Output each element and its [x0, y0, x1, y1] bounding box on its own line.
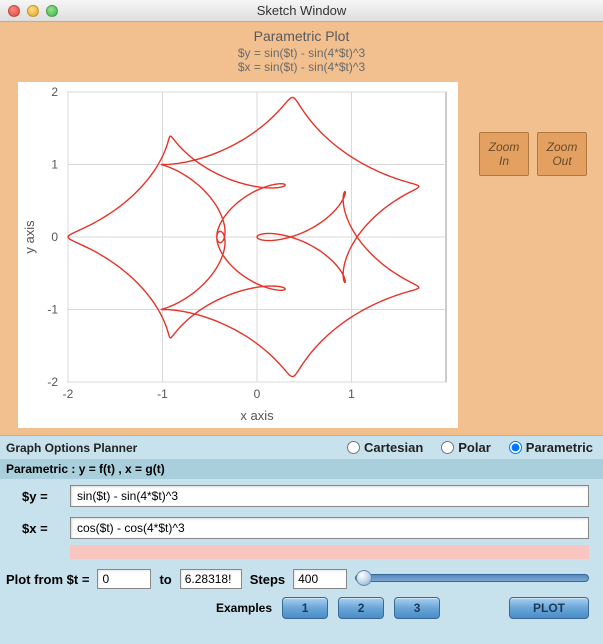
zoom-out-label: Zoom Out — [547, 140, 578, 169]
y-input-row: $y = — [0, 479, 603, 511]
svg-text:y axis: y axis — [22, 220, 37, 254]
x-input[interactable] — [70, 517, 589, 539]
titlebar: Sketch Window — [0, 0, 603, 22]
svg-text:x axis: x axis — [240, 408, 274, 423]
plot-area: Parametric Plot $y = sin($t) - sin(4*$t)… — [0, 22, 603, 435]
svg-text:0: 0 — [51, 230, 58, 244]
plot-eq-x: $x = sin($t) - sin(4*$t)^3 — [0, 60, 603, 74]
svg-text:-1: -1 — [47, 303, 58, 317]
x-input-row: $x = — [0, 511, 603, 543]
mode-cartesian[interactable]: Cartesian — [347, 440, 423, 455]
plot-from-label: Plot from $t = — [6, 572, 89, 587]
examples-label: Examples — [216, 601, 272, 615]
label-parametric: Parametric — [526, 440, 593, 455]
t-to-input[interactable] — [180, 569, 242, 589]
svg-text:1: 1 — [348, 387, 355, 401]
y-input[interactable] — [70, 485, 589, 507]
radio-parametric[interactable] — [509, 441, 522, 454]
to-label: to — [159, 572, 171, 587]
plot-title: Parametric Plot — [0, 28, 603, 44]
svg-text:-2: -2 — [47, 375, 58, 389]
mode-parametric[interactable]: Parametric — [509, 440, 593, 455]
x-label: $x = — [22, 521, 62, 536]
steps-slider[interactable] — [355, 570, 589, 588]
t-from-input[interactable] — [97, 569, 151, 589]
y-label: $y = — [22, 489, 62, 504]
zoom-buttons: Zoom In Zoom Out — [479, 132, 587, 176]
options-header-row: Graph Options Planner Cartesian Polar Pa… — [0, 436, 603, 459]
svg-text:-2: -2 — [63, 387, 74, 401]
svg-text:1: 1 — [51, 158, 58, 172]
example-3-button[interactable]: 3 — [394, 597, 440, 619]
radio-cartesian[interactable] — [347, 441, 360, 454]
zoom-in-label: Zoom In — [489, 140, 520, 169]
plot-eq-y: $y = sin($t) - sin(4*$t)^3 — [0, 46, 603, 60]
svg-text:-1: -1 — [157, 387, 168, 401]
label-cartesian: Cartesian — [364, 440, 423, 455]
svg-text:2: 2 — [51, 85, 58, 99]
zoom-in-button[interactable]: Zoom In — [479, 132, 529, 176]
mode-radio-group: Cartesian Polar Parametric — [347, 440, 593, 455]
example-1-button[interactable]: 1 — [282, 597, 328, 619]
radio-polar[interactable] — [441, 441, 454, 454]
range-row: Plot from $t = to Steps — [0, 565, 603, 595]
options-header: Graph Options Planner — [6, 441, 137, 455]
window-title: Sketch Window — [0, 3, 603, 18]
plot-button[interactable]: PLOT — [509, 597, 589, 619]
options-panel: Graph Options Planner Cartesian Polar Pa… — [0, 435, 603, 644]
label-polar: Polar — [458, 440, 491, 455]
zoom-out-button[interactable]: Zoom Out — [537, 132, 587, 176]
mode-polar[interactable]: Polar — [441, 440, 491, 455]
steps-label: Steps — [250, 572, 285, 587]
chart-svg: -2 -1 0 1 -2 -1 0 1 2 x axis y axis — [18, 82, 458, 428]
svg-text:0: 0 — [254, 387, 261, 401]
slider-thumb[interactable] — [356, 570, 372, 586]
example-2-button[interactable]: 2 — [338, 597, 384, 619]
buttons-row: Examples 1 2 3 PLOT — [0, 595, 603, 625]
chart: -2 -1 0 1 -2 -1 0 1 2 x axis y axis — [18, 82, 458, 428]
plot-header: Parametric Plot $y = sin($t) - sin(4*$t)… — [0, 22, 603, 74]
steps-input[interactable] — [293, 569, 347, 589]
parametric-subheader: Parametric : y = f(t) , x = g(t) — [0, 459, 603, 479]
message-strip — [70, 545, 589, 559]
